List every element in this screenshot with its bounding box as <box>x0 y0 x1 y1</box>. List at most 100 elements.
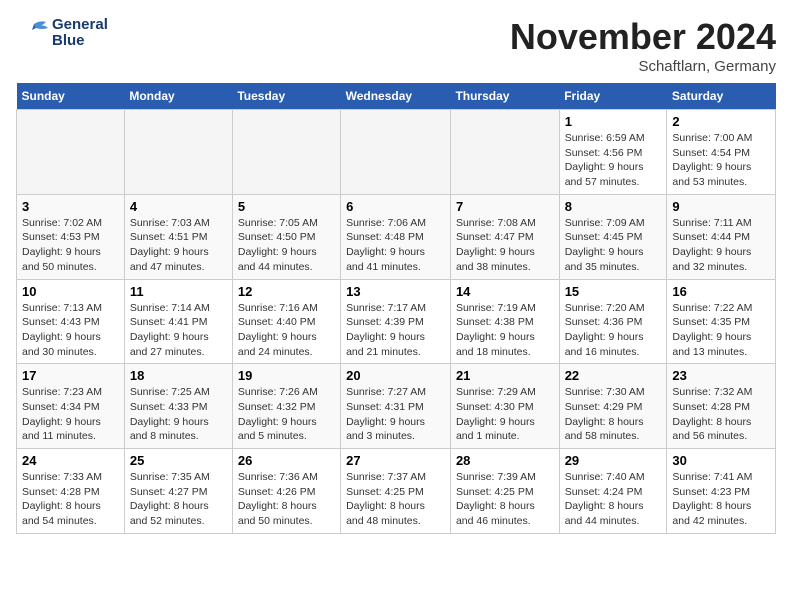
calendar-cell: 21 Sunrise: 7:29 AM Sunset: 4:30 PM Dayli… <box>450 364 559 449</box>
calendar-cell: 9Sunrise: 7:11 AM Sunset: 4:44 PM Daylig… <box>667 194 776 279</box>
calendar-cell <box>450 110 559 195</box>
logo-bird-icon <box>16 16 50 50</box>
day-info: Sunrise: 7:14 AM Sunset: 4:41 PM Dayligh… <box>130 301 227 360</box>
calendar-cell: 22Sunrise: 7:30 AM Sunset: 4:29 PM Dayli… <box>559 364 667 449</box>
day-info: Sunrise: 7:36 AM Sunset: 4:26 PM Dayligh… <box>238 470 335 529</box>
calendar-cell: 28 Sunrise: 7:39 AM Sunset: 4:25 PM Dayli… <box>450 449 559 534</box>
day-number: 14 <box>456 284 554 299</box>
day-number: 9 <box>672 199 770 214</box>
calendar-week-row: 10 Sunrise: 7:13 AM Sunset: 4:43 PM Dayli… <box>17 279 776 364</box>
calendar-cell: 2 Sunrise: 7:00 AM Sunset: 4:54 PM Daylig… <box>667 110 776 195</box>
day-info: Sunrise: 7:25 AM Sunset: 4:33 PM Dayligh… <box>130 385 227 444</box>
calendar-cell: 12 Sunrise: 7:16 AM Sunset: 4:40 PM Dayli… <box>232 279 340 364</box>
calendar-cell: 23Sunrise: 7:32 AM Sunset: 4:28 PM Dayli… <box>667 364 776 449</box>
day-number: 28 <box>456 453 554 468</box>
day-number: 15 <box>565 284 662 299</box>
calendar-table: SundayMondayTuesdayWednesdayThursdayFrid… <box>16 83 776 534</box>
day-number: 27 <box>346 453 445 468</box>
weekday-header-wednesday: Wednesday <box>341 83 451 110</box>
calendar-cell <box>341 110 451 195</box>
calendar-cell: 27 Sunrise: 7:37 AM Sunset: 4:25 PM Dayli… <box>341 449 451 534</box>
day-info: Sunrise: 7:41 AM Sunset: 4:23 PM Dayligh… <box>672 470 770 529</box>
day-info: Sunrise: 7:40 AM Sunset: 4:24 PM Dayligh… <box>565 470 662 529</box>
day-number: 10 <box>22 284 119 299</box>
calendar-cell: 29 Sunrise: 7:40 AM Sunset: 4:24 PM Dayli… <box>559 449 667 534</box>
calendar-cell: 10 Sunrise: 7:13 AM Sunset: 4:43 PM Dayli… <box>17 279 125 364</box>
calendar-cell: 13Sunrise: 7:17 AM Sunset: 4:39 PM Dayli… <box>341 279 451 364</box>
calendar-cell: 14 Sunrise: 7:19 AM Sunset: 4:38 PM Dayli… <box>450 279 559 364</box>
day-info: Sunrise: 7:16 AM Sunset: 4:40 PM Dayligh… <box>238 301 335 360</box>
logo-text-blue: Blue <box>52 33 108 50</box>
calendar-cell: 5 Sunrise: 7:05 AM Sunset: 4:50 PM Daylig… <box>232 194 340 279</box>
calendar-cell: 26 Sunrise: 7:36 AM Sunset: 4:26 PM Dayli… <box>232 449 340 534</box>
day-number: 7 <box>456 199 554 214</box>
calendar-week-row: 1 Sunrise: 6:59 AM Sunset: 4:56 PM Daylig… <box>17 110 776 195</box>
day-number: 24 <box>22 453 119 468</box>
day-info: Sunrise: 7:13 AM Sunset: 4:43 PM Dayligh… <box>22 301 119 360</box>
day-number: 6 <box>346 199 445 214</box>
calendar-cell: 30 Sunrise: 7:41 AM Sunset: 4:23 PM Dayli… <box>667 449 776 534</box>
calendar-cell: 24 Sunrise: 7:33 AM Sunset: 4:28 PM Dayli… <box>17 449 125 534</box>
logo: General Blue <box>16 16 108 50</box>
day-number: 17 <box>22 368 119 383</box>
day-info: Sunrise: 7:19 AM Sunset: 4:38 PM Dayligh… <box>456 301 554 360</box>
day-info: Sunrise: 7:00 AM Sunset: 4:54 PM Dayligh… <box>672 131 770 190</box>
day-number: 30 <box>672 453 770 468</box>
calendar-cell: 4 Sunrise: 7:03 AM Sunset: 4:51 PM Daylig… <box>124 194 232 279</box>
day-info: Sunrise: 7:27 AM Sunset: 4:31 PM Dayligh… <box>346 385 445 444</box>
day-number: 18 <box>130 368 227 383</box>
day-info: Sunrise: 7:29 AM Sunset: 4:30 PM Dayligh… <box>456 385 554 444</box>
day-info: Sunrise: 7:26 AM Sunset: 4:32 PM Dayligh… <box>238 385 335 444</box>
day-number: 5 <box>238 199 335 214</box>
day-number: 20 <box>346 368 445 383</box>
day-info: Sunrise: 7:20 AM Sunset: 4:36 PM Dayligh… <box>565 301 662 360</box>
calendar-cell: 18 Sunrise: 7:25 AM Sunset: 4:33 PM Dayli… <box>124 364 232 449</box>
day-number: 26 <box>238 453 335 468</box>
day-info: Sunrise: 7:17 AM Sunset: 4:39 PM Dayligh… <box>346 301 445 360</box>
calendar-cell: 15 Sunrise: 7:20 AM Sunset: 4:36 PM Dayli… <box>559 279 667 364</box>
calendar-cell <box>124 110 232 195</box>
calendar-cell <box>17 110 125 195</box>
day-number: 19 <box>238 368 335 383</box>
day-info: Sunrise: 7:05 AM Sunset: 4:50 PM Dayligh… <box>238 216 335 275</box>
calendar-cell: 8Sunrise: 7:09 AM Sunset: 4:45 PM Daylig… <box>559 194 667 279</box>
day-info: Sunrise: 7:32 AM Sunset: 4:28 PM Dayligh… <box>672 385 770 444</box>
weekday-header-thursday: Thursday <box>450 83 559 110</box>
day-number: 25 <box>130 453 227 468</box>
calendar-cell: 19 Sunrise: 7:26 AM Sunset: 4:32 PM Dayli… <box>232 364 340 449</box>
title-area: November 2024 Schaftlarn, Germany <box>510 16 776 75</box>
day-info: Sunrise: 7:03 AM Sunset: 4:51 PM Dayligh… <box>130 216 227 275</box>
day-info: Sunrise: 7:02 AM Sunset: 4:53 PM Dayligh… <box>22 216 119 275</box>
day-info: Sunrise: 7:22 AM Sunset: 4:35 PM Dayligh… <box>672 301 770 360</box>
weekday-header-saturday: Saturday <box>667 83 776 110</box>
calendar-cell: 17Sunrise: 7:23 AM Sunset: 4:34 PM Dayli… <box>17 364 125 449</box>
calendar-week-row: 24 Sunrise: 7:33 AM Sunset: 4:28 PM Dayli… <box>17 449 776 534</box>
day-number: 21 <box>456 368 554 383</box>
day-info: Sunrise: 7:37 AM Sunset: 4:25 PM Dayligh… <box>346 470 445 529</box>
weekday-header-row: SundayMondayTuesdayWednesdayThursdayFrid… <box>17 83 776 110</box>
calendar-cell: 3Sunrise: 7:02 AM Sunset: 4:53 PM Daylig… <box>17 194 125 279</box>
month-title: November 2024 <box>510 16 776 58</box>
day-info: Sunrise: 6:59 AM Sunset: 4:56 PM Dayligh… <box>565 131 662 190</box>
weekday-header-friday: Friday <box>559 83 667 110</box>
day-number: 4 <box>130 199 227 214</box>
day-info: Sunrise: 7:06 AM Sunset: 4:48 PM Dayligh… <box>346 216 445 275</box>
day-number: 12 <box>238 284 335 299</box>
day-number: 29 <box>565 453 662 468</box>
day-number: 2 <box>672 114 770 129</box>
day-number: 11 <box>130 284 227 299</box>
calendar-cell: 7 Sunrise: 7:08 AM Sunset: 4:47 PM Daylig… <box>450 194 559 279</box>
calendar-cell: 20 Sunrise: 7:27 AM Sunset: 4:31 PM Dayli… <box>341 364 451 449</box>
calendar-week-row: 3Sunrise: 7:02 AM Sunset: 4:53 PM Daylig… <box>17 194 776 279</box>
day-number: 1 <box>565 114 662 129</box>
weekday-header-tuesday: Tuesday <box>232 83 340 110</box>
page-header: General Blue November 2024 Schaftlarn, G… <box>16 16 776 75</box>
day-info: Sunrise: 7:33 AM Sunset: 4:28 PM Dayligh… <box>22 470 119 529</box>
calendar-cell: 16 Sunrise: 7:22 AM Sunset: 4:35 PM Dayli… <box>667 279 776 364</box>
day-number: 16 <box>672 284 770 299</box>
day-info: Sunrise: 7:08 AM Sunset: 4:47 PM Dayligh… <box>456 216 554 275</box>
weekday-header-monday: Monday <box>124 83 232 110</box>
day-info: Sunrise: 7:39 AM Sunset: 4:25 PM Dayligh… <box>456 470 554 529</box>
calendar-cell <box>232 110 340 195</box>
day-info: Sunrise: 7:09 AM Sunset: 4:45 PM Dayligh… <box>565 216 662 275</box>
